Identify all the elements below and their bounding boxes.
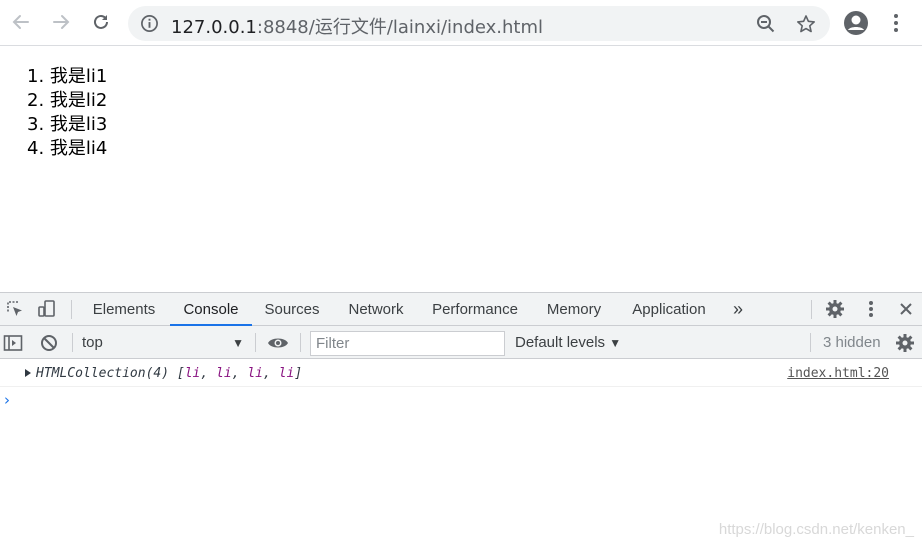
sidebar-icon: [3, 335, 23, 351]
collection-item: li: [216, 366, 232, 381]
page-viewport: 1. 我是li1 2. 我是li2 3. 我是li3 4. 我是li4: [0, 47, 922, 292]
triangle-down-icon: ▼: [609, 336, 622, 350]
list-item: 3. 我是li3: [27, 114, 108, 135]
divider: [71, 300, 72, 319]
device-icon: [38, 300, 55, 317]
list-item: 4. 我是li4: [27, 138, 108, 159]
tab-elements[interactable]: Elements: [86, 293, 162, 326]
browser-menu-button[interactable]: [884, 9, 908, 37]
tab-console[interactable]: Console: [170, 293, 252, 326]
show-sidebar-button[interactable]: [2, 332, 24, 354]
tab-performance[interactable]: Performance: [426, 293, 524, 326]
url-path: :8848/运行文件/lainxi/index.html: [256, 17, 544, 38]
tab-memory[interactable]: Memory: [538, 293, 610, 326]
profile-button[interactable]: [842, 9, 870, 37]
console-output: HTMLCollection(4) [li, li, li, li] index…: [0, 360, 922, 546]
forward-button[interactable]: [46, 7, 76, 37]
devtools-tabbar: Elements Console Sources Network Perform…: [0, 293, 922, 326]
reload-icon: [94, 14, 108, 29]
divider: [255, 333, 256, 352]
divider: [300, 333, 301, 352]
eye-icon: [268, 338, 288, 348]
url-text[interactable]: 127.0.0.1:8848/运行文件/lainxi/index.html: [171, 13, 543, 39]
inspect-element-button[interactable]: [4, 298, 26, 320]
more-vert-icon: [894, 14, 898, 32]
console-message: HTMLCollection(4) [li, li, li, li] index…: [0, 360, 922, 387]
collection-item: li: [247, 366, 263, 381]
close-devtools-button[interactable]: [895, 298, 917, 320]
console-settings-button[interactable]: [894, 332, 916, 354]
ordered-list: 1. 我是li1 2. 我是li2 3. 我是li3 4. 我是li4: [27, 65, 107, 161]
list-item: 1. 我是li1: [27, 66, 108, 87]
more-vert-icon: [869, 301, 873, 317]
close-icon: [900, 303, 912, 315]
gear-icon: [896, 334, 914, 352]
hidden-messages-count: 3 hidden: [823, 334, 881, 351]
tab-sources[interactable]: Sources: [258, 293, 326, 326]
back-button[interactable]: [6, 7, 36, 37]
filter-input[interactable]: [310, 331, 505, 356]
arrow-right-icon: [53, 15, 70, 29]
context-value: top: [82, 334, 103, 351]
reload-button[interactable]: [86, 7, 116, 37]
context-selector[interactable]: top ▼: [82, 331, 250, 355]
list-item: 2. 我是li2: [27, 90, 108, 111]
watermark: https://blog.csdn.net/kenken_: [718, 521, 914, 538]
gear-icon: [826, 300, 844, 318]
collection-item: li: [278, 366, 295, 381]
bookmark-button[interactable]: [793, 11, 819, 37]
expand-triangle-icon[interactable]: [25, 369, 31, 377]
zoom-button[interactable]: [753, 11, 779, 37]
star-icon: [797, 15, 815, 33]
browser-toolbar: 127.0.0.1:8848/运行文件/lainxi/index.html: [0, 0, 922, 46]
divider: [810, 333, 811, 352]
source-link[interactable]: index.html:20: [787, 366, 889, 381]
clear-console-button[interactable]: [38, 332, 60, 354]
levels-label: Default levels: [515, 334, 606, 351]
devtools-panel: Elements Console Sources Network Perform…: [0, 292, 922, 546]
log-text[interactable]: HTMLCollection(4) [li, li, li, li]: [36, 366, 302, 381]
info-icon[interactable]: [140, 14, 159, 33]
device-toolbar-button[interactable]: [36, 298, 58, 320]
clear-icon: [41, 335, 57, 351]
inspect-icon: [7, 301, 22, 316]
divider: [811, 300, 812, 319]
console-toolbar: top ▼ Default levels ▼ 3 hidden: [0, 326, 922, 359]
devtools-menu-button[interactable]: [860, 298, 882, 320]
account-icon: [844, 11, 868, 35]
collection-item: li: [184, 366, 201, 381]
tab-application[interactable]: Application: [624, 293, 714, 326]
collection-suffix: ]: [294, 366, 303, 381]
zoom-out-icon: [757, 15, 775, 33]
divider: [72, 333, 73, 352]
address-bar[interactable]: 127.0.0.1:8848/运行文件/lainxi/index.html: [128, 6, 830, 41]
more-tabs-button[interactable]: »: [726, 293, 750, 326]
log-levels-dropdown[interactable]: Default levels ▼: [515, 331, 621, 355]
live-expression-button[interactable]: [267, 332, 289, 354]
tab-network[interactable]: Network: [340, 293, 412, 326]
console-prompt[interactable]: ›: [4, 391, 10, 409]
triangle-down-icon: ▼: [232, 336, 244, 350]
url-host: 127.0.0.1: [171, 17, 257, 38]
arrow-left-icon: [12, 15, 29, 29]
collection-prefix: HTMLCollection(4) [: [36, 366, 185, 381]
devtools-settings-button[interactable]: [824, 298, 846, 320]
